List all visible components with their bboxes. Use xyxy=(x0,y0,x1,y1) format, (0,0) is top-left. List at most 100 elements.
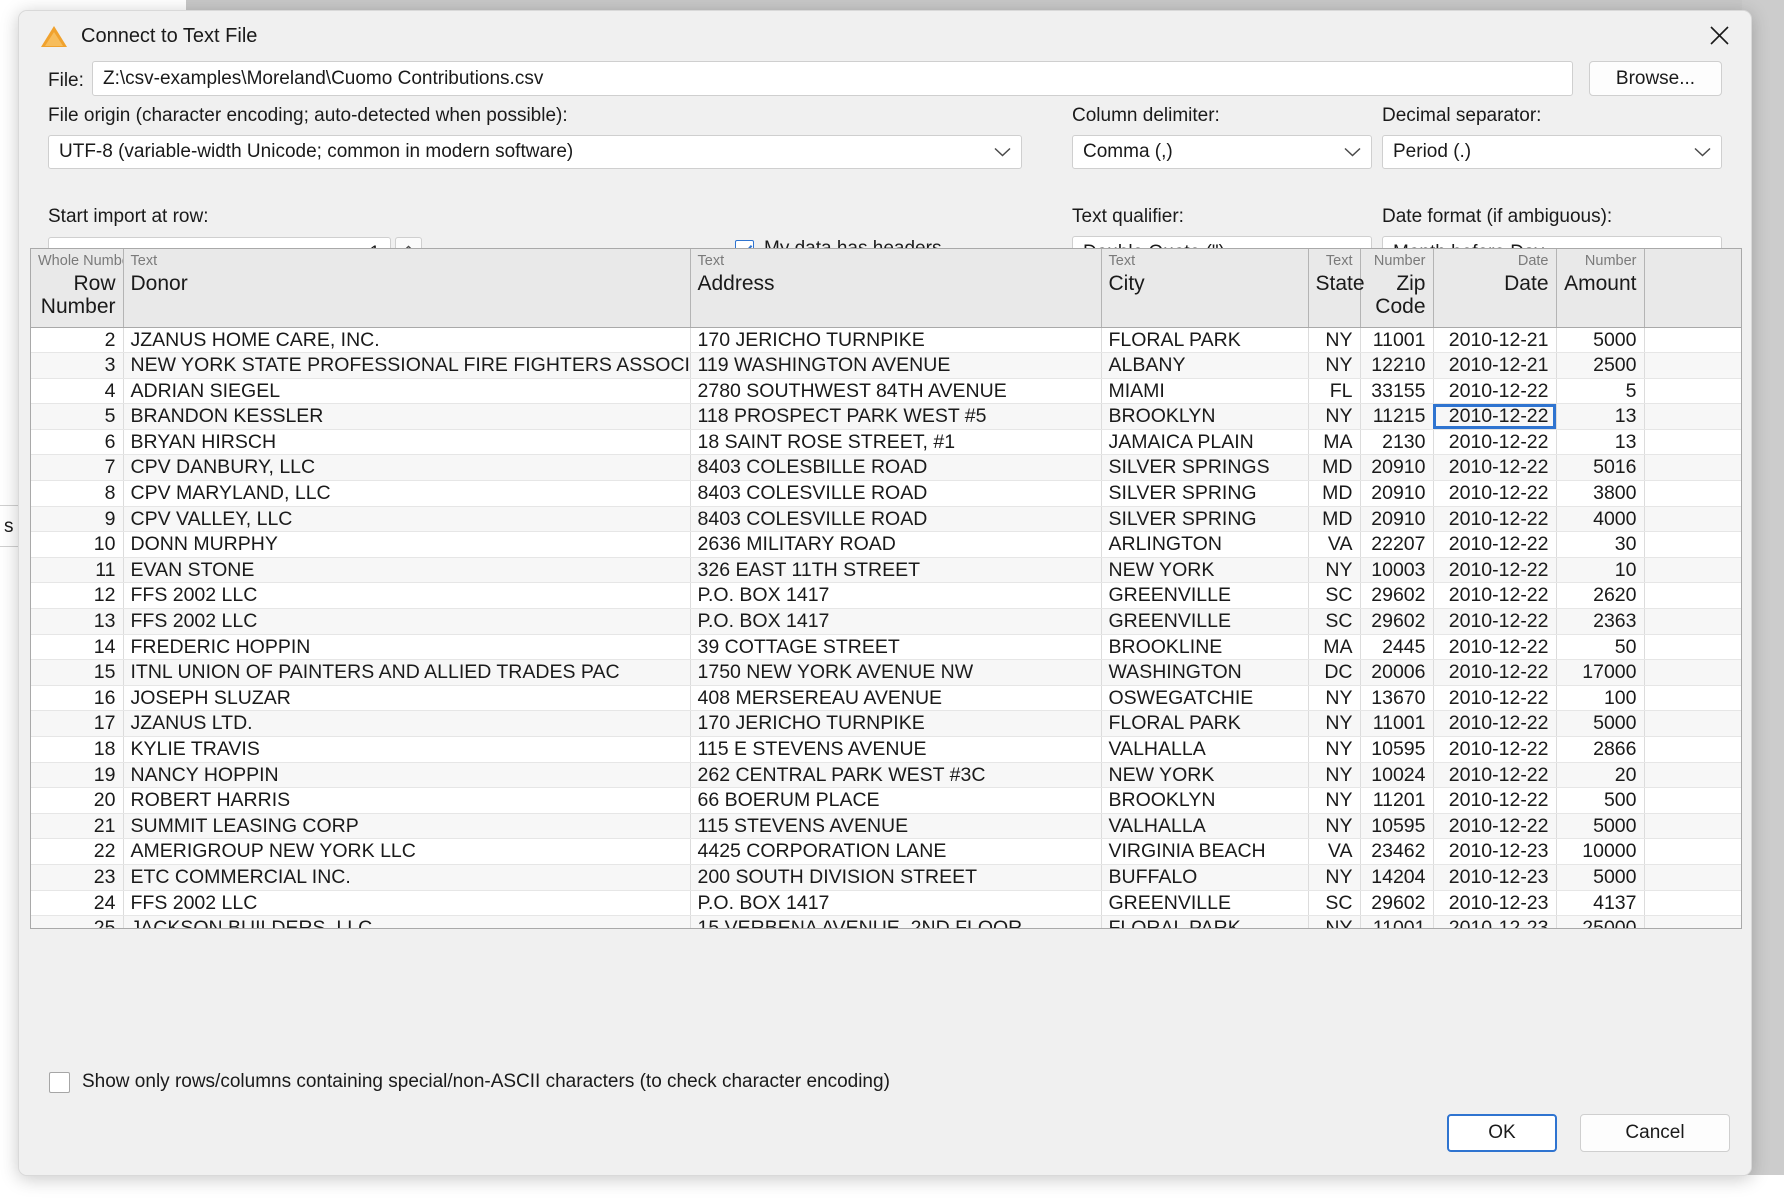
table-cell-selected[interactable]: 2010-12-22 xyxy=(1433,403,1557,430)
table-cell[interactable]: JZANUS LTD. xyxy=(123,710,691,737)
table-cell[interactable]: ALBANY xyxy=(1101,352,1309,379)
table-row[interactable]: 21 SUMMIT LEASING CORP 115 STEVENS AVENUE V… xyxy=(31,813,1741,840)
table-cell[interactable]: MD xyxy=(1308,454,1361,482)
table-cell[interactable]: 13 xyxy=(1556,403,1645,430)
table-cell[interactable]: 29602 xyxy=(1360,582,1434,610)
table-cell[interactable]: 11001 xyxy=(1360,710,1434,737)
table-cell[interactable]: NY xyxy=(1308,352,1361,379)
table-cell[interactable]: SILVER SPRING xyxy=(1101,506,1309,533)
table-cell[interactable]: 20910 xyxy=(1360,454,1434,482)
table-cell[interactable]: 119 WASHINGTON AVENUE xyxy=(690,352,1102,379)
table-cell[interactable]: 18 SAINT ROSE STREET, #1 xyxy=(690,429,1102,456)
table-cell[interactable]: SC xyxy=(1308,890,1361,917)
table-cell[interactable]: 23462 xyxy=(1360,838,1434,865)
table-cell[interactable]: 2780 SOUTHWEST 84TH AVENUE xyxy=(690,378,1102,405)
table-cell[interactable]: MD xyxy=(1308,480,1361,507)
ok-button[interactable]: OK xyxy=(1447,1114,1557,1152)
table-row[interactable]: 16 JOSEPH SLUZAR 408 MERSEREAU AVENUE OSWEG… xyxy=(31,685,1741,712)
table-cell[interactable]: 3800 xyxy=(1556,480,1645,507)
table-cell[interactable]: 9 xyxy=(31,506,124,533)
table-cell[interactable]: 2 xyxy=(31,327,124,354)
table-cell[interactable]: FLORAL PARK xyxy=(1101,915,1309,928)
table-cell[interactable]: FLORAL PARK xyxy=(1101,710,1309,737)
table-cell[interactable]: 5000 xyxy=(1556,813,1645,840)
table-cell[interactable]: 10595 xyxy=(1360,736,1434,763)
table-cell[interactable]: ROBERT HARRIS xyxy=(123,787,691,814)
table-cell[interactable]: 2010-12-22 xyxy=(1433,659,1557,686)
table-cell[interactable]: 2866 xyxy=(1556,736,1645,763)
table-cell[interactable]: 18 xyxy=(31,736,124,763)
table-cell[interactable]: 8403 COLESVILLE ROAD xyxy=(690,480,1102,507)
table-cell[interactable]: MA xyxy=(1308,634,1361,661)
table-cell[interactable]: 3 xyxy=(31,352,124,379)
table-cell[interactable]: 2010-12-22 xyxy=(1433,582,1557,610)
table-cell[interactable]: 17000 xyxy=(1556,659,1645,686)
table-cell[interactable]: 50 xyxy=(1556,634,1645,661)
table-cell[interactable]: 170 JERICHO TURNPIKE xyxy=(690,710,1102,737)
table-cell[interactable]: 13 xyxy=(1556,429,1645,456)
table-cell[interactable]: 4137 xyxy=(1556,890,1645,917)
table-cell[interactable]: 15 VERBENA AVENUE, 2ND FLOOR xyxy=(690,915,1102,928)
table-cell[interactable]: ITNL UNION OF PAINTERS AND ALLIED TRADES… xyxy=(123,659,691,686)
table-cell[interactable]: OSWEGATCHIE xyxy=(1101,685,1309,712)
table-cell[interactable]: 10003 xyxy=(1360,557,1434,584)
table-cell[interactable]: NEW YORK xyxy=(1101,762,1309,789)
table-cell[interactable]: 10024 xyxy=(1360,762,1434,789)
table-cell[interactable]: 2010-12-23 xyxy=(1433,890,1557,917)
table-cell[interactable]: 19 xyxy=(31,762,124,789)
table-cell[interactable]: CPV VALLEY, LLC xyxy=(123,506,691,533)
table-cell[interactable]: 262 CENTRAL PARK WEST #3C xyxy=(690,762,1102,789)
table-cell[interactable]: 100 xyxy=(1556,685,1645,712)
table-cell[interactable]: 1750 NEW YORK AVENUE NW xyxy=(690,659,1102,686)
file-origin-select[interactable]: UTF-8 (variable-width Unicode; common in… xyxy=(48,135,1022,169)
table-row[interactable]: 12 FFS 2002 LLC P.O. BOX 1417 GREENVILLE SC 2… xyxy=(31,582,1741,610)
table-cell[interactable]: 20 xyxy=(31,787,124,814)
table-cell[interactable]: 8403 COLESVILLE ROAD xyxy=(690,506,1102,533)
column-header-state[interactable]: Text State xyxy=(1308,249,1365,328)
decimal-separator-select[interactable]: Period (.) xyxy=(1382,135,1722,169)
table-cell[interactable]: 2130 xyxy=(1360,429,1434,456)
table-row[interactable]: 6 BRYAN HIRSCH 18 SAINT ROSE STREET, #1 JAM… xyxy=(31,429,1741,456)
table-cell[interactable]: 2010-12-22 xyxy=(1433,710,1557,737)
table-cell[interactable]: 200 SOUTH DIVISION STREET xyxy=(690,864,1102,891)
table-cell[interactable]: P.O. BOX 1417 xyxy=(690,890,1102,917)
table-cell[interactable]: 4 xyxy=(31,378,124,405)
table-cell[interactable]: 5000 xyxy=(1556,710,1645,737)
table-cell[interactable]: 20 xyxy=(1556,762,1645,789)
table-row[interactable]: 7 CPV DANBURY, LLC 8403 COLESBILLE ROAD SIL… xyxy=(31,454,1741,482)
table-cell[interactable]: ADRIAN SIEGEL xyxy=(123,378,691,405)
table-cell[interactable]: BROOKLYN xyxy=(1101,403,1309,430)
csv-preview-grid[interactable]: Whole Number Row Number Text Donor Text Addre… xyxy=(30,248,1742,929)
table-cell[interactable]: 24 xyxy=(31,890,124,917)
table-cell[interactable]: JOSEPH SLUZAR xyxy=(123,685,691,712)
table-cell[interactable]: P.O. BOX 1417 xyxy=(690,608,1102,635)
table-cell[interactable]: 13 xyxy=(31,608,124,635)
table-cell[interactable]: NANCY HOPPIN xyxy=(123,762,691,789)
table-cell[interactable]: ETC COMMERCIAL INC. xyxy=(123,864,691,891)
table-cell[interactable]: MD xyxy=(1308,506,1361,533)
table-cell[interactable]: NY xyxy=(1308,762,1361,789)
table-cell[interactable]: CPV DANBURY, LLC xyxy=(123,454,691,482)
table-cell[interactable]: 2010-12-23 xyxy=(1433,838,1557,865)
table-cell[interactable]: VALHALLA xyxy=(1101,813,1309,840)
table-cell[interactable]: 2010-12-22 xyxy=(1433,557,1557,584)
table-cell[interactable]: DC xyxy=(1308,659,1361,686)
table-cell[interactable]: 14204 xyxy=(1360,864,1434,891)
table-cell[interactable]: EVAN STONE xyxy=(123,557,691,584)
table-cell[interactable]: 2445 xyxy=(1360,634,1434,661)
table-cell[interactable]: 22207 xyxy=(1360,531,1434,558)
table-cell[interactable]: 2010-12-22 xyxy=(1433,787,1557,814)
table-row[interactable]: 8 CPV MARYLAND, LLC 8403 COLESVILLE ROAD SI… xyxy=(31,480,1741,507)
table-cell[interactable]: JACKSON BUILDERS, LLC xyxy=(123,915,691,928)
table-cell[interactable]: 25000 xyxy=(1556,915,1645,928)
table-cell[interactable]: NY xyxy=(1308,864,1361,891)
table-cell[interactable]: MA xyxy=(1308,429,1361,456)
table-cell[interactable]: 408 MERSEREAU AVENUE xyxy=(690,685,1102,712)
table-cell[interactable]: 17 xyxy=(31,710,124,737)
table-cell[interactable]: 5000 xyxy=(1556,864,1645,891)
table-cell[interactable]: SUMMIT LEASING CORP xyxy=(123,813,691,840)
table-cell[interactable]: 2010-12-23 xyxy=(1433,864,1557,891)
column-header-donor[interactable]: Text Donor xyxy=(123,249,691,328)
table-cell[interactable]: FREDERIC HOPPIN xyxy=(123,634,691,661)
column-header-zip-code[interactable]: Number Zip Code xyxy=(1360,249,1434,328)
